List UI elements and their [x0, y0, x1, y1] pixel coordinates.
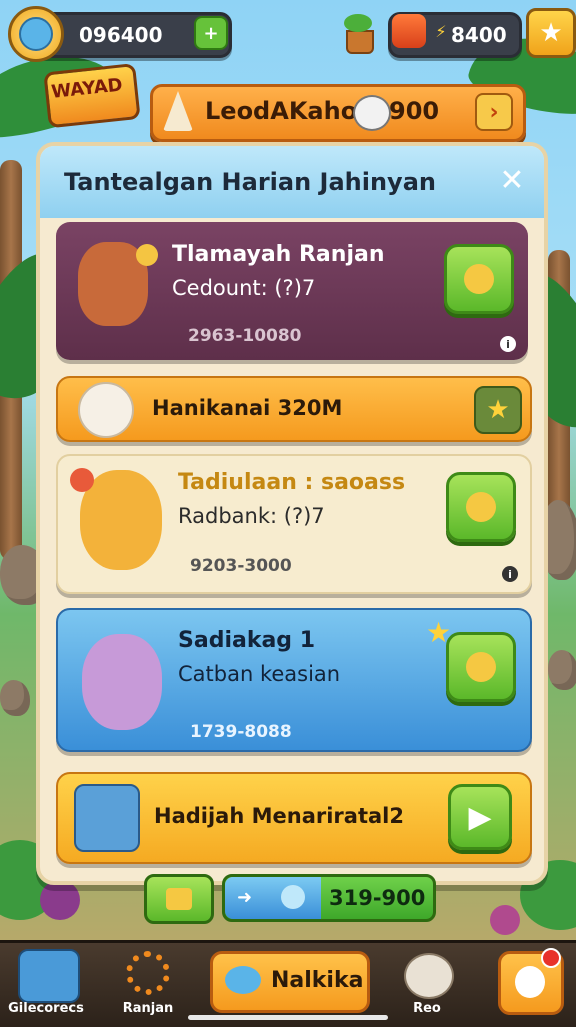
coins-value: 096400 [79, 23, 163, 47]
collection-icon[interactable] [18, 949, 80, 1003]
card-title: Tadiulaan : saoass [178, 470, 406, 495]
challenge-card-2[interactable]: Hanikanai 320M ★ [56, 376, 532, 442]
card-title: Hadijah Menariratal2 [154, 804, 404, 828]
flower-icon [70, 468, 94, 492]
card-title: Hanikanai 320M [152, 396, 343, 420]
fish-icon [225, 966, 261, 994]
challenge-card-1[interactable]: Tlamayah Ranjan Cedount: (?)7 2963-10080… [56, 222, 528, 360]
star-icon: ★ [426, 616, 452, 649]
event-banner[interactable]: LeodAKaho 900 › [150, 84, 526, 142]
arrow-right-icon[interactable]: › [475, 93, 513, 131]
resource-value: 319-900 [329, 886, 426, 910]
challenge-card-3[interactable]: Tadiulaan : saoass Radbank: (?)7 9203-30… [56, 454, 532, 594]
lightning-icon: ⚡ [435, 21, 447, 41]
water-drop-icon [281, 885, 305, 909]
gear-coin-icon [466, 652, 496, 682]
banner-value: 900 [389, 97, 440, 125]
card-range: 1739-8088 [190, 722, 292, 742]
challenge-card-5[interactable]: Hadijah Menariratal2 ▶ [56, 772, 532, 864]
paper-icon [163, 91, 193, 131]
star-icon[interactable]: ★ [474, 386, 522, 434]
claim-button[interactable] [446, 632, 516, 702]
badge-icon [136, 244, 158, 266]
star-icon[interactable]: ★ [526, 8, 576, 58]
resource-bar[interactable]: ➜ 319-900 [222, 874, 436, 922]
gear-coin-icon [464, 264, 494, 294]
card-subtitle: Cedount: (?)7 [172, 276, 316, 300]
card-range: 9203-3000 [190, 556, 292, 576]
flower [40, 880, 80, 920]
card-title: Sadiakag 1 [178, 628, 316, 653]
info-icon[interactable]: i [502, 566, 518, 582]
nav-label-reo[interactable]: Reo [396, 1001, 458, 1016]
resource-icon-area: ➜ [225, 877, 321, 919]
challenge-card-4[interactable]: Sadiakag 1 Catban keasian 1739-8088 ★ [56, 608, 532, 752]
claim-button[interactable] [446, 472, 516, 542]
close-button[interactable]: ✕ [496, 163, 528, 198]
home-indicator [188, 1015, 388, 1020]
gift-icon[interactable] [144, 874, 214, 924]
nalkika-button[interactable]: Nalkika [210, 951, 370, 1013]
rock [0, 680, 30, 716]
gear-icon[interactable] [126, 951, 170, 995]
gem-chest-icon [392, 14, 426, 48]
banner-text: LeodAKaho [205, 97, 358, 125]
panel-header: Tantealgan Harian Jahinyan ✕ [40, 146, 544, 218]
bottom-nav: Gilecorecs Ranjan Nalkika Reo [0, 940, 576, 1027]
gear-coin-icon [466, 492, 496, 522]
character-avatar [74, 784, 140, 852]
bag-icon [353, 95, 391, 131]
play-button[interactable]: ▶ [448, 784, 512, 850]
daily-challenge-panel: Tantealgan Harian Jahinyan ✕ Tlamayah Ra… [36, 142, 548, 885]
card-range: 2963-10080 [188, 326, 302, 346]
add-coins-icon[interactable]: + [194, 16, 228, 50]
egg-icon [515, 966, 545, 998]
game-logo: WAYAD [43, 63, 141, 129]
info-icon[interactable]: i [500, 336, 516, 352]
egg-button[interactable] [498, 948, 564, 1015]
rock [548, 650, 576, 690]
card-title: Tlamayah Ranjan [172, 242, 385, 267]
character-avatar [82, 634, 162, 730]
gems-value: 8400 [451, 23, 507, 47]
notification-dot [541, 948, 561, 968]
plant-pot-icon[interactable] [338, 12, 378, 54]
flower [490, 905, 520, 935]
card-subtitle: Catban keasian [178, 662, 341, 686]
pet-icon[interactable] [404, 953, 454, 999]
claim-button[interactable] [444, 244, 514, 314]
arrow-icon: ➜ [237, 887, 253, 908]
panel-title: Tantealgan Harian Jahinyan [64, 168, 436, 196]
nav-label-nalkika: Nalkika [271, 968, 364, 993]
nav-label-collection[interactable]: Gilecorecs [4, 1001, 88, 1016]
nav-label-ranjan[interactable]: Ranjan [108, 1001, 188, 1016]
card-subtitle: Radbank: (?)7 [178, 504, 325, 528]
compass-icon[interactable] [8, 6, 64, 62]
character-avatar [78, 382, 134, 438]
